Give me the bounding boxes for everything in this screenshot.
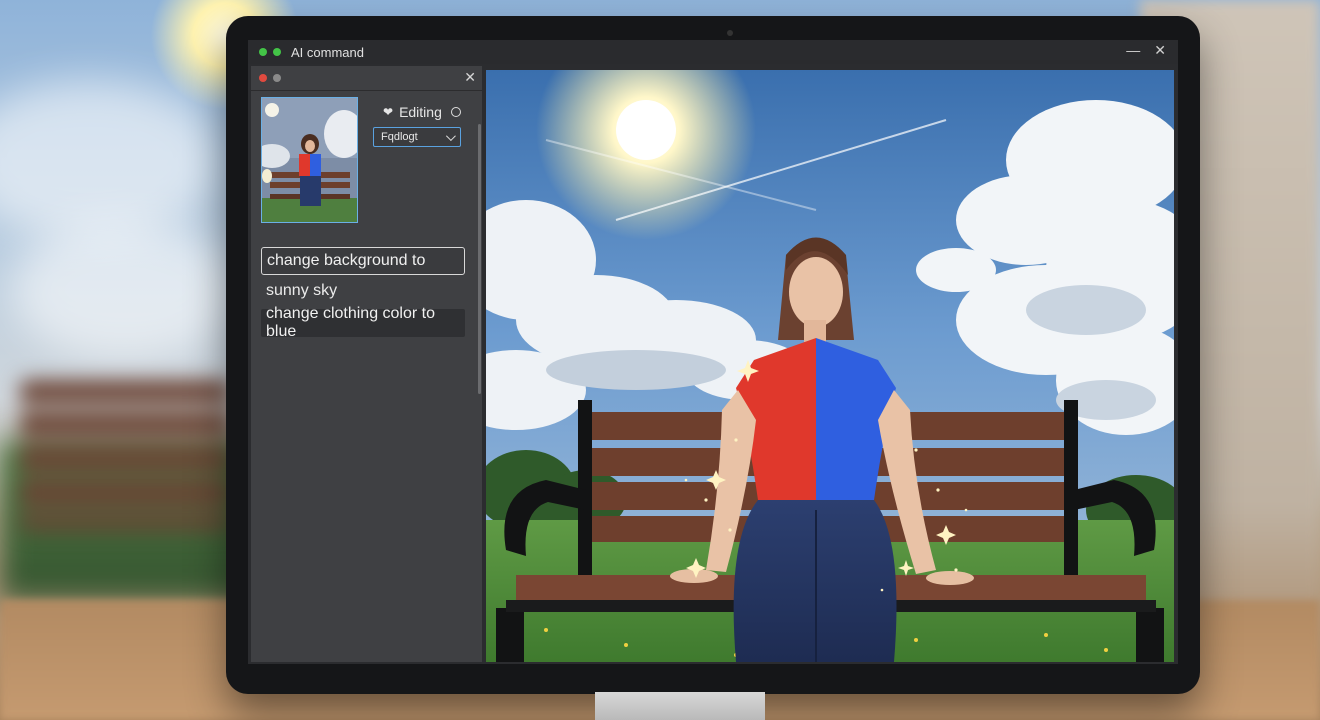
command-input-value: change background to xyxy=(267,252,426,269)
panel-close-button[interactable]: ✕ xyxy=(464,69,476,86)
minimize-button[interactable]: — xyxy=(1126,42,1140,59)
app-window: AI command — ✕ ✕ ❤ Editing Fqdlogt chang… xyxy=(248,40,1178,664)
backdrop-bench xyxy=(20,380,230,530)
panel-dots xyxy=(259,74,281,82)
panel-header: ✕ xyxy=(251,66,482,91)
window-title: AI command xyxy=(291,44,364,60)
mode-indicator[interactable]: ❤ Editing xyxy=(383,104,461,120)
monitor-stand xyxy=(595,692,765,720)
panel-dot-grey[interactable] xyxy=(273,74,281,82)
command-history-item[interactable]: change clothing color to blue xyxy=(261,305,465,340)
command-continuation: sunny sky xyxy=(266,282,338,299)
window-dots xyxy=(259,48,281,56)
thumbnail-image xyxy=(262,98,357,222)
command-input[interactable]: change background to xyxy=(261,247,465,275)
dropdown-value: Fqdlogt xyxy=(381,131,418,143)
image-thumbnail[interactable] xyxy=(261,97,358,223)
image-canvas[interactable] xyxy=(486,70,1174,662)
panel-dot-red[interactable] xyxy=(259,74,267,82)
heart-icon: ❤ xyxy=(383,105,394,119)
command-panel: ✕ ❤ Editing Fqdlogt change background to… xyxy=(251,66,482,662)
title-bar: AI command — ✕ xyxy=(248,40,1178,64)
mode-label: Editing xyxy=(399,104,442,120)
panel-scrollbar[interactable] xyxy=(478,124,481,394)
webcam xyxy=(727,30,733,36)
window-controls: — ✕ xyxy=(1126,42,1166,59)
radio-icon[interactable] xyxy=(450,107,461,117)
model-dropdown[interactable]: Fqdlogt xyxy=(373,127,461,147)
command-history-text: change clothing color to blue xyxy=(266,305,435,340)
window-dot-green[interactable] xyxy=(273,48,281,56)
window-dot-green[interactable] xyxy=(259,48,267,56)
close-button[interactable]: ✕ xyxy=(1154,42,1166,59)
chevron-down-icon xyxy=(445,130,456,141)
backdrop-cloud xyxy=(10,220,240,360)
edited-image xyxy=(486,70,1174,662)
